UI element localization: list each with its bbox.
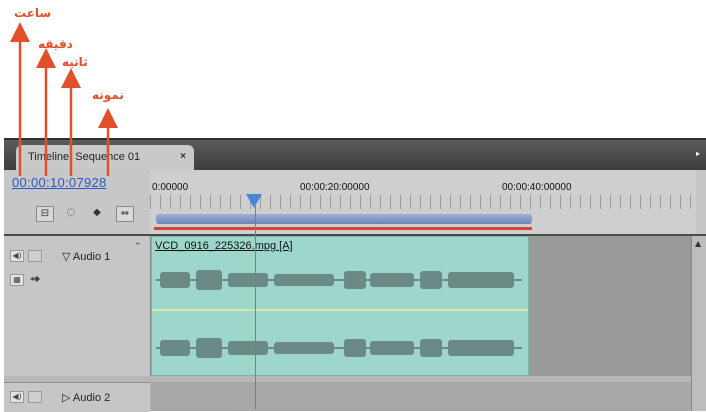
audio-2-label: Audio 2 [72,392,111,404]
empty-track-area[interactable] [529,236,692,376]
annotation-sample: نمونه [92,88,124,102]
lock-icon[interactable] [28,250,42,262]
ruler-label-40: 00:00:40:00000 [502,182,572,193]
playhead-line [255,206,256,409]
waveform-toggle-icon[interactable]: ▦ [10,274,24,286]
snap-icon[interactable]: ⊟ [36,206,54,222]
edit-point-icon[interactable]: ⇔ [116,206,134,222]
vertical-scrollbar[interactable]: ▲ [691,236,706,411]
keyframe-nav-icon[interactable]: ◂◆ [28,274,42,286]
audio-clip[interactable]: VCD_0916_225326.mpg [A] [151,236,529,376]
waveform-left [156,270,522,290]
lock-icon-2[interactable] [28,391,42,403]
work-area-bar[interactable] [156,214,532,224]
time-ruler[interactable]: 0:00000 00:00:20:00000 00:00:40:00000 [150,170,696,234]
clip-name: VCD_0916_225326.mpg [A] [155,240,293,252]
audio-2-track-area[interactable] [151,382,692,411]
current-timecode[interactable]: 00:00:10:07928 [12,175,107,190]
panel-tabbar: Timeline: Sequence 01 × ▸ [4,140,706,170]
clip-channel-divider [152,309,528,311]
keyframe-icon[interactable]: ◆ [88,206,106,222]
playhead-icon[interactable] [246,194,262,208]
waveform-right [156,338,522,358]
speaker-icon-2[interactable]: ◀) [10,391,24,403]
track-header-audio-2: ◀) ▷ Audio 2 [4,382,150,412]
render-bar [154,227,532,230]
speaker-icon[interactable]: ◀) [10,250,24,262]
panel-menu-icon[interactable]: ▸ [696,149,700,158]
audio-1-label: Audio 1 [72,251,111,263]
annotation-second: ثانیه [62,55,88,69]
track-resize-icon[interactable]: ⌃ [134,242,142,252]
tab-label: Timeline: Sequence 01 [28,151,141,163]
timeline-panel: Timeline: Sequence 01 × ▸ 00:00:10:07928… [4,138,706,412]
audio-1-name[interactable]: ▽ Audio 1 [62,250,110,263]
tab-timeline-sequence[interactable]: Timeline: Sequence 01 × [16,145,194,170]
annotation-area: ساعت دقیقه ثانیه نمونه [0,0,706,140]
marker-icon[interactable]: ◌ [62,206,80,222]
annotation-hour: ساعت [14,6,52,20]
audio-2-name[interactable]: ▷ Audio 2 [62,391,110,404]
close-icon[interactable]: × [180,145,186,169]
timeline-controls: 00:00:10:07928 ⊟ ◌ ◆ ⇔ 0:00000 00:00:20:… [4,170,706,234]
track-header-audio-1: ◀) ▽ Audio 1 ⌃ ▦ ◂◆ [4,236,151,376]
ruler-ticks [150,195,696,209]
track-area: ◀) ▽ Audio 1 ⌃ ▦ ◂◆ VCD_0916_225326.mpg … [4,236,706,412]
annotation-minute: دقیقه [38,37,73,51]
ruler-label-0: 0:00000 [152,182,189,193]
scroll-up-icon[interactable]: ▲ [695,239,701,248]
ruler-label-20: 00:00:20:00000 [300,182,370,193]
